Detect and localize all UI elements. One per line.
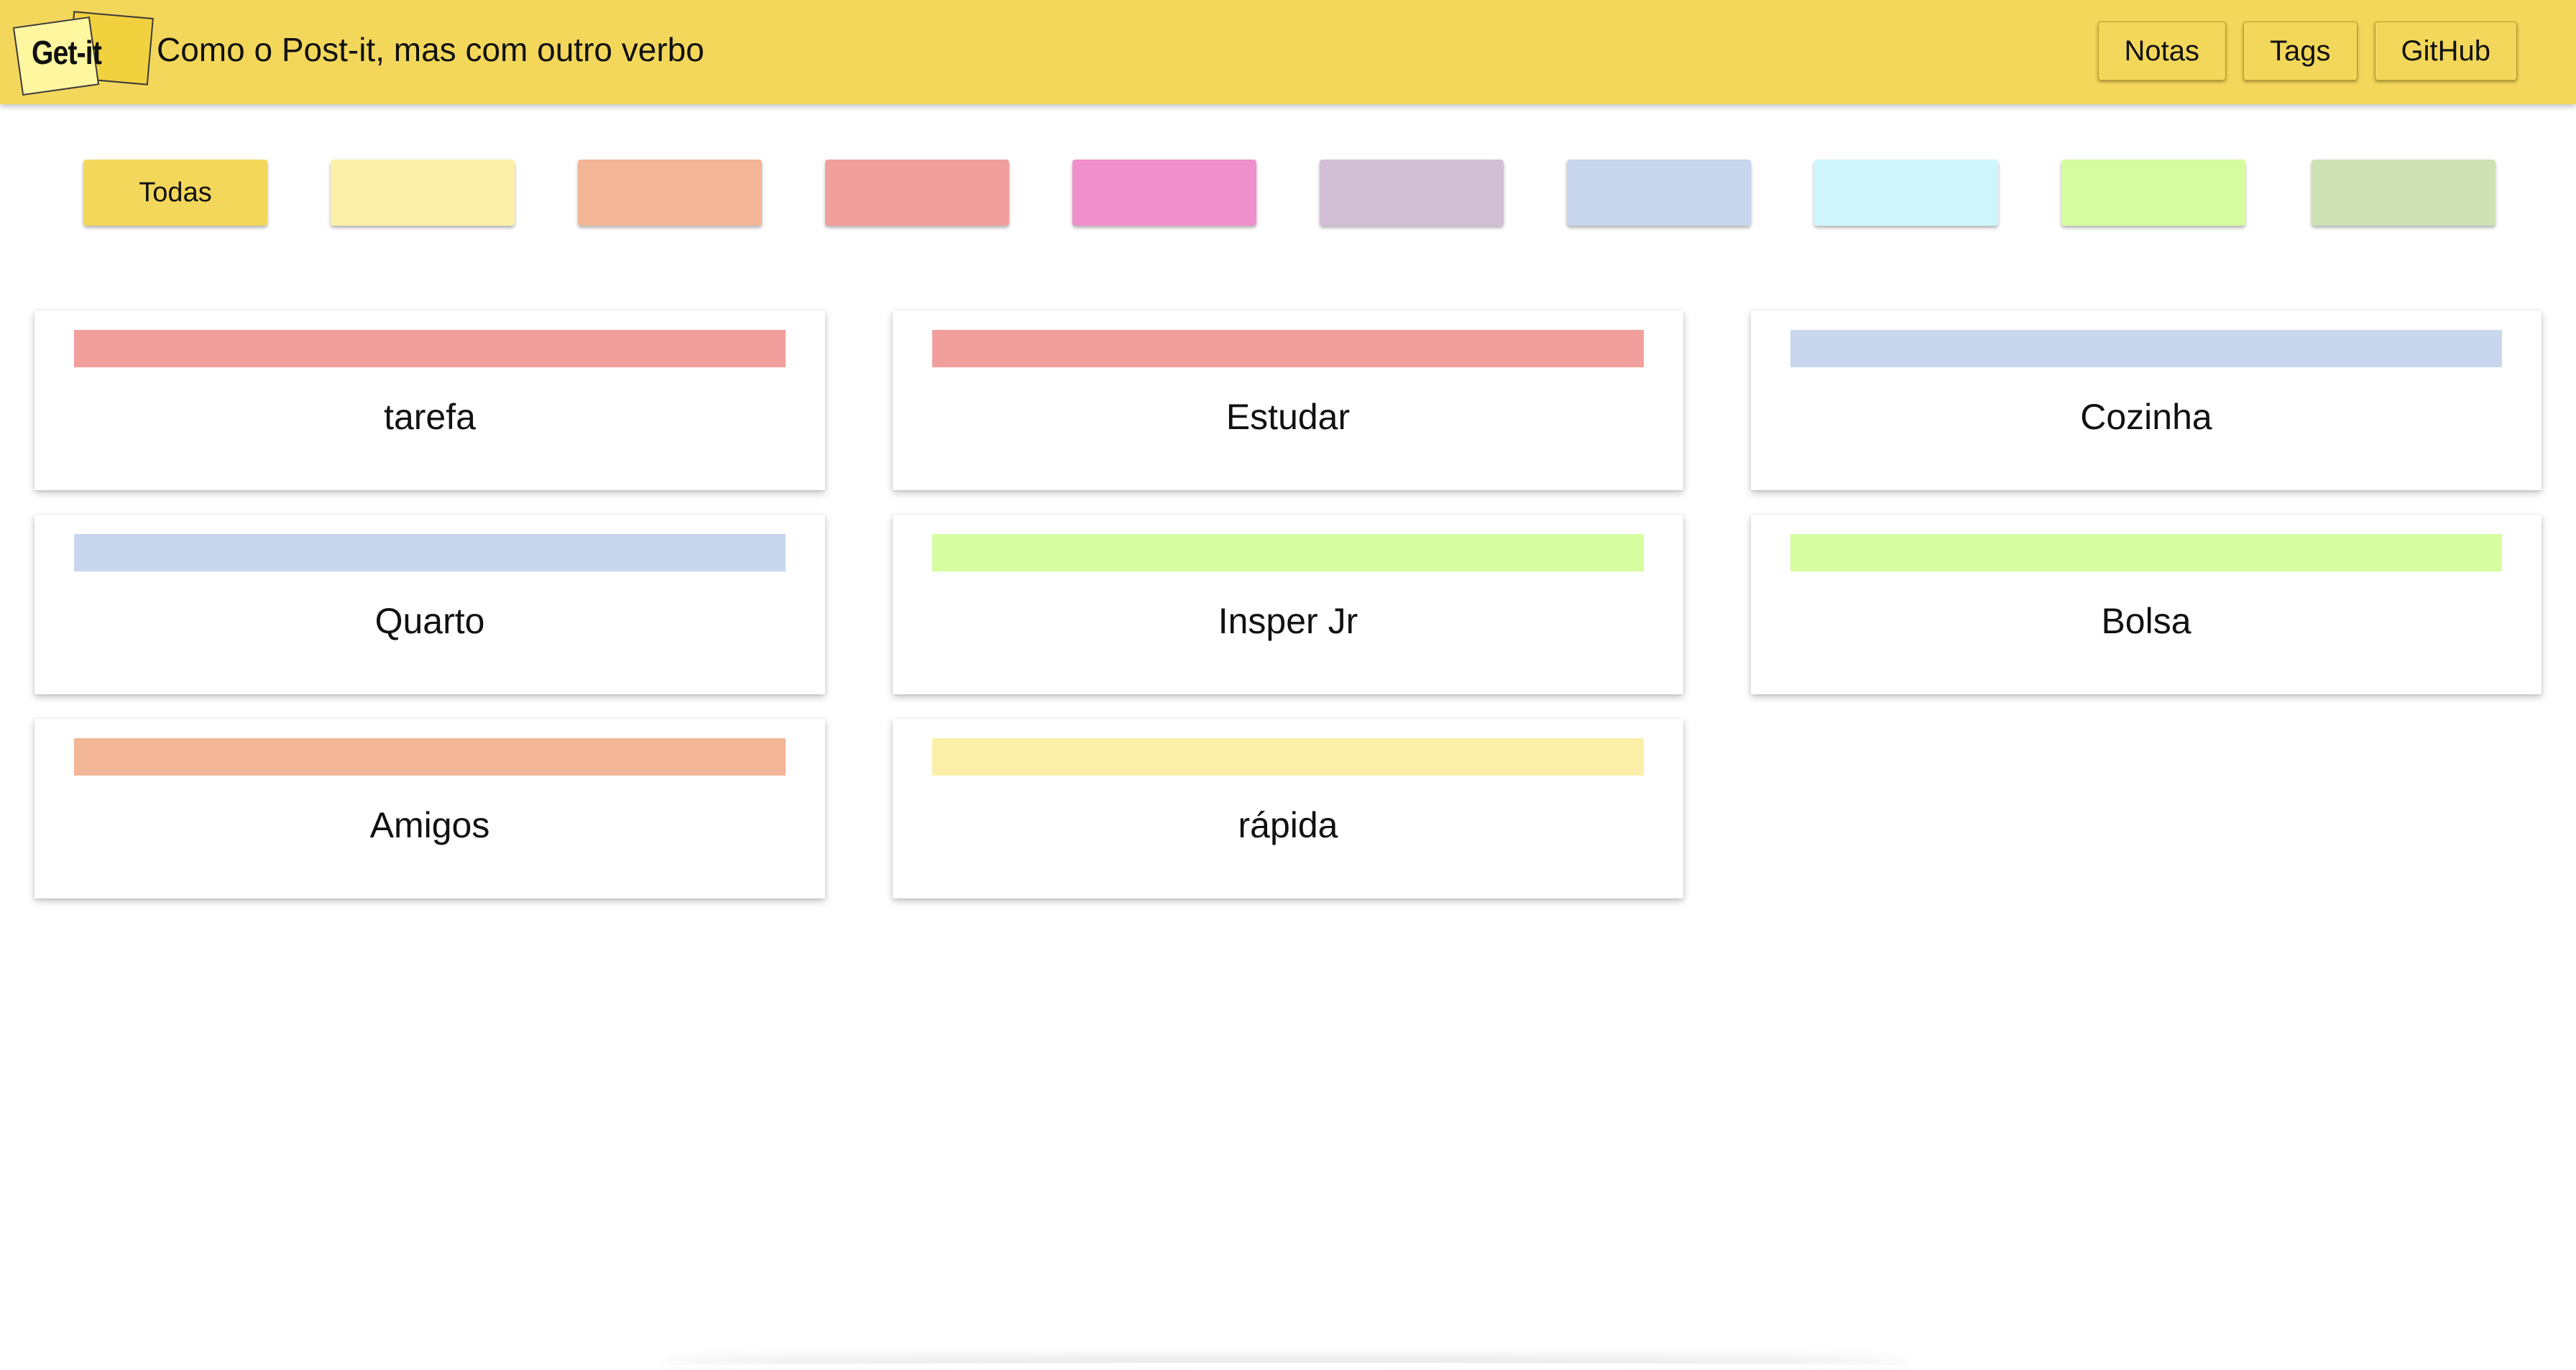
- tag-title: Bolsa: [2101, 601, 2191, 641]
- tag-card[interactable]: Quarto: [34, 515, 825, 694]
- tag-title: tarefa: [384, 397, 476, 437]
- tag-title: rápida: [1238, 805, 1338, 845]
- filter-blue-button[interactable]: [1567, 160, 1751, 226]
- filter-cyan-button[interactable]: [1814, 160, 1998, 226]
- tag-card[interactable]: tarefa: [34, 311, 825, 490]
- top-nav: Notas Tags GitHub: [2097, 22, 2517, 81]
- filter-pink-button[interactable]: [1072, 160, 1256, 226]
- tag-title: Quarto: [374, 601, 485, 641]
- tag-card[interactable]: rápida: [893, 719, 1683, 898]
- nav-github-button[interactable]: GitHub: [2374, 22, 2517, 81]
- filter-orange-button[interactable]: [578, 160, 762, 226]
- tag-color-band: [932, 534, 1644, 571]
- get-it-logo[interactable]: Get-it: [12, 11, 154, 96]
- tag-color-band: [74, 330, 786, 367]
- filter-sage-button[interactable]: [2312, 160, 2496, 226]
- tag-card[interactable]: Cozinha: [1751, 311, 2542, 490]
- tag-card[interactable]: Bolsa: [1751, 515, 2542, 694]
- tag-card[interactable]: Insper Jr: [893, 515, 1683, 694]
- filter-lime-button[interactable]: [2061, 160, 2245, 226]
- tag-color-band: [74, 738, 786, 776]
- app-subtitle: Como o Post-it, mas com outro verbo: [157, 31, 704, 68]
- color-filter-bar: Todas: [83, 160, 2496, 226]
- tag-color-band: [1790, 534, 2502, 571]
- tag-title: Insper Jr: [1218, 601, 1358, 641]
- filter-yellow-button[interactable]: [331, 160, 515, 226]
- app-header: Get-it Como o Post-it, mas com outro ver…: [0, 0, 2576, 104]
- tag-color-band: [1790, 330, 2502, 367]
- tag-card[interactable]: Estudar: [893, 311, 1683, 490]
- nav-tags-button[interactable]: Tags: [2243, 22, 2358, 81]
- bottom-shadow: [661, 1363, 1912, 1370]
- tag-color-band: [74, 534, 786, 571]
- tag-card[interactable]: Amigos: [34, 719, 825, 898]
- tag-title: Amigos: [369, 805, 490, 845]
- tag-color-band: [932, 330, 1644, 367]
- filter-purple-button[interactable]: [1320, 160, 1504, 226]
- filter-red-button[interactable]: [825, 160, 1009, 226]
- tag-title: Estudar: [1225, 397, 1351, 437]
- nav-notas-button[interactable]: Notas: [2097, 22, 2226, 81]
- filter-all-button[interactable]: Todas: [83, 160, 267, 226]
- tag-color-band: [932, 738, 1644, 776]
- tag-title: Cozinha: [2080, 397, 2212, 437]
- logo-text: Get-it: [32, 34, 102, 71]
